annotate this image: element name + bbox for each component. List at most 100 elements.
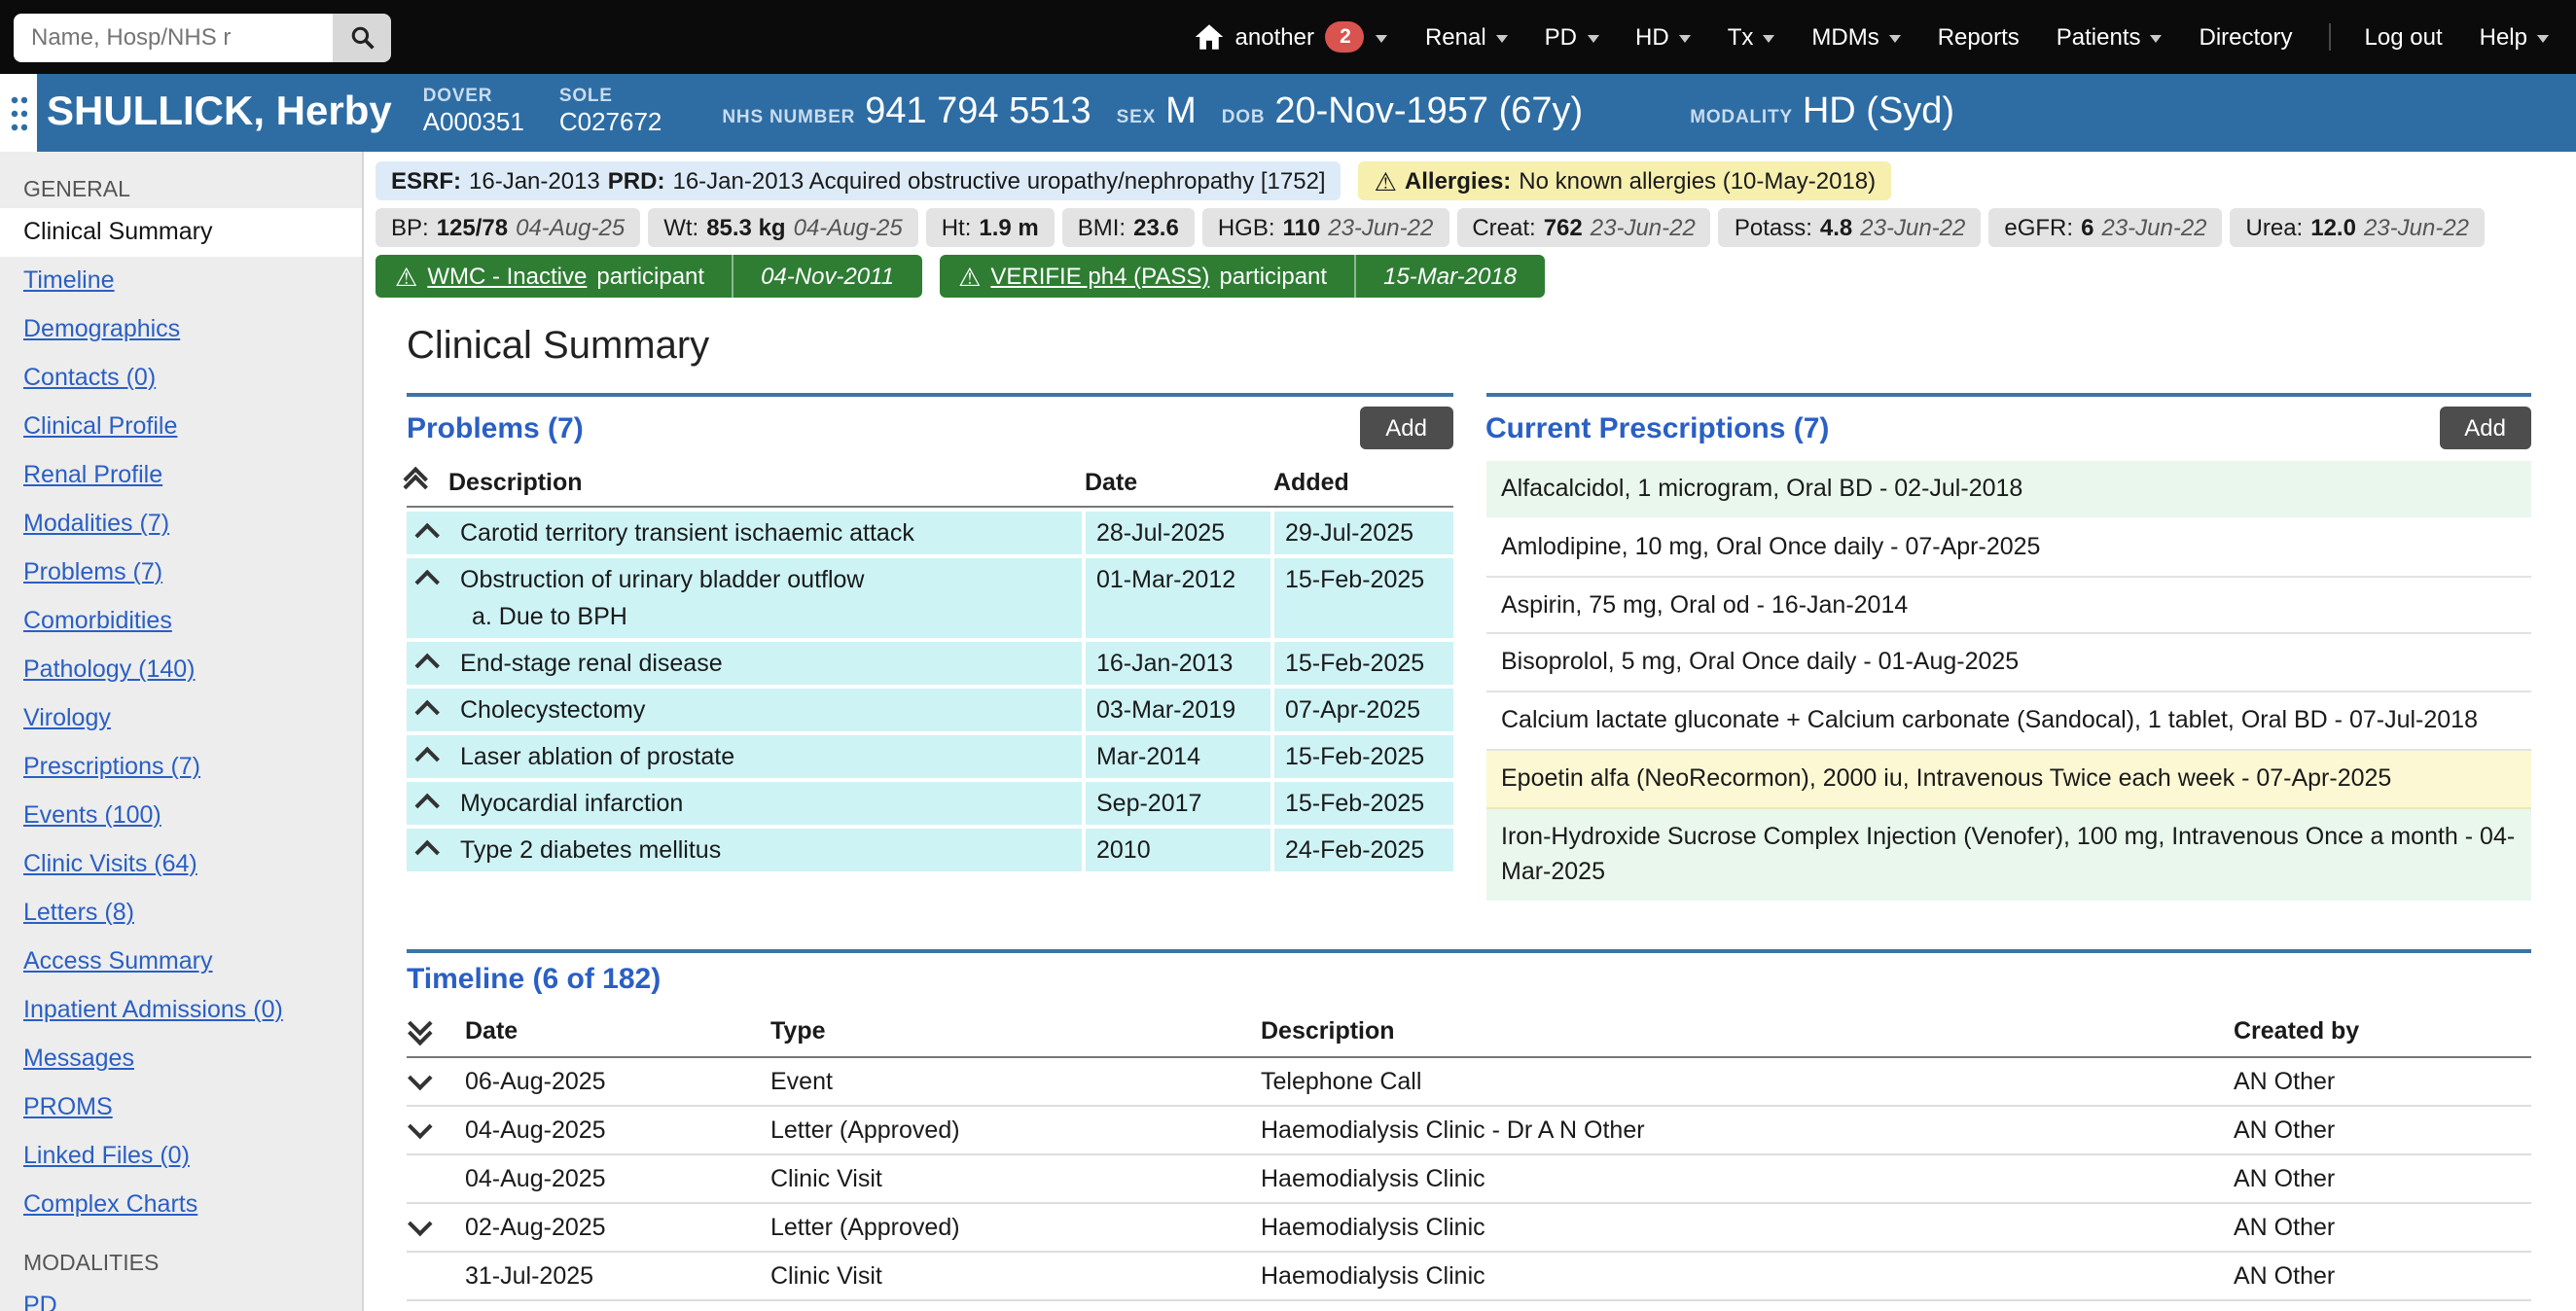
home-menu[interactable]: another 2: [1195, 21, 1388, 53]
warning-icon: ⚠: [395, 264, 417, 289]
timeline-row: 04-Aug-2025 Letter (Approved) Haemodialy…: [407, 1107, 2531, 1155]
collapse-row-icon[interactable]: [414, 840, 438, 864]
esrf-prd-chip: ESRF: 16-Jan-2013 PRD: 16-Jan-2013 Acqui…: [376, 161, 1342, 200]
problem-row: Cholecystectomy 03-Mar-2019 07-Apr-2025: [407, 689, 1452, 731]
nav-reports[interactable]: Reports: [1938, 23, 2020, 51]
participation-link[interactable]: VERIFIE ph4 (PASS): [990, 263, 1209, 290]
stat-chip-wt: Wt:85.3 kg04-Aug-25: [648, 208, 918, 247]
nav-patients[interactable]: Patients: [2057, 23, 2163, 51]
nav-logout[interactable]: Log out: [2330, 23, 2443, 51]
problems-table: Description Date Added Carotid territory…: [407, 461, 1452, 871]
home-label: another: [1235, 23, 1314, 51]
sidebar-item-letters[interactable]: Letters (8): [0, 889, 362, 938]
nav-hd[interactable]: HD: [1635, 23, 1691, 51]
chevron-down-icon: [1587, 34, 1598, 42]
add-prescription-button[interactable]: Add: [2439, 407, 2531, 449]
collapse-row-icon[interactable]: [414, 794, 438, 817]
timeline-row: 30-Jul-2025 Event Telephone Call AN Othe…: [407, 1301, 2531, 1311]
problem-row: Type 2 diabetes mellitus 2010 24-Feb-202…: [407, 829, 1452, 871]
sidebar-item-timeline[interactable]: Timeline: [0, 257, 362, 305]
sidebar-item-problems[interactable]: Problems (7): [0, 549, 362, 597]
expand-all-icon[interactable]: [412, 1021, 429, 1041]
sidebar-item-pathology[interactable]: Pathology (140): [0, 646, 362, 694]
sidebar-item-comorbidities[interactable]: Comorbidities: [0, 597, 362, 646]
collapse-row-icon[interactable]: [414, 700, 438, 724]
chevron-down-icon: [1496, 34, 1508, 42]
sidebar-header-general: GENERAL: [0, 167, 362, 208]
page-title: Clinical Summary: [407, 325, 2531, 370]
warning-icon: ⚠: [1375, 168, 1397, 194]
allergies-chip: ⚠ Allergies: No known allergies (10-May-…: [1359, 161, 1892, 200]
chevron-down-icon: [2537, 34, 2549, 42]
sidebar-item-events[interactable]: Events (100): [0, 792, 362, 840]
sidebar-item-contacts[interactable]: Contacts (0): [0, 354, 362, 403]
sidebar-item-clinical-profile[interactable]: Clinical Profile: [0, 403, 362, 451]
collapse-row-icon[interactable]: [414, 747, 438, 770]
home-icon: [1195, 23, 1224, 51]
stat-chip-hgb: HGB:11023-Jun-22: [1202, 208, 1449, 247]
nav-directory[interactable]: Directory: [2200, 23, 2293, 51]
sidebar-item-proms[interactable]: PROMS: [0, 1083, 362, 1132]
collapse-row-icon[interactable]: [414, 570, 438, 593]
prescription-item: Iron-Hydroxide Sucrose Complex Injection…: [1485, 808, 2531, 903]
add-problem-button[interactable]: Add: [1360, 407, 1452, 449]
expand-row-icon[interactable]: [409, 1116, 432, 1139]
collapse-row-icon[interactable]: [414, 654, 438, 677]
prescription-item: Bisoprolol, 5 mg, Oral Once daily - 01-A…: [1485, 635, 2531, 693]
nav-renal[interactable]: Renal: [1425, 23, 1508, 51]
collapse-all-icon[interactable]: [407, 470, 423, 495]
patient-nhs: NHS NUMBER 941 794 5513: [697, 91, 1091, 134]
nav-mdms[interactable]: MDMs: [1811, 23, 1900, 51]
timeline-table: Date Type Description Created by 06-Aug-…: [407, 1008, 2531, 1311]
patient-banner: SHULLICK, Herby DOVER A000351 SOLE C0276…: [0, 74, 2576, 152]
sidebar-item-virology[interactable]: Virology: [0, 694, 362, 743]
prescription-item: Alfacalcidol, 1 microgram, Oral BD - 02-…: [1485, 461, 2531, 519]
chevron-down-icon: [1679, 34, 1691, 42]
participation-link[interactable]: WMC - Inactive: [427, 263, 587, 290]
patient-name: SHULLICK, Herby: [47, 89, 392, 136]
sidebar-item-modalities[interactable]: Modalities (7): [0, 500, 362, 549]
drag-handle-icon[interactable]: [10, 93, 27, 132]
timeline-row: 04-Aug-2025 Clinic Visit Haemodialysis C…: [407, 1155, 2531, 1204]
sidebar-item-prescriptions[interactable]: Prescriptions (7): [0, 743, 362, 792]
sidebar-header-modalities: MODALITIES: [0, 1241, 362, 1282]
stat-chip-egfr: eGFR:623-Jun-22: [1988, 208, 2222, 247]
sidebar-item-renal-profile[interactable]: Renal Profile: [0, 451, 362, 500]
expand-row-icon[interactable]: [409, 1067, 432, 1090]
nav-pd[interactable]: PD: [1545, 23, 1598, 51]
search-icon: [349, 24, 375, 50]
prescriptions-title: Current Prescriptions (7): [1485, 411, 1829, 444]
participation-chip-verifie: ⚠ VERIFIE ph4 (PASS) participant 15-Mar-…: [939, 255, 1544, 298]
sidebar: GENERAL Clinical Summary Timeline Demogr…: [0, 152, 364, 1311]
prescriptions-section: Current Prescriptions (7) Add Alfacalcid…: [1485, 393, 2531, 903]
sidebar-item-demographics[interactable]: Demographics: [0, 305, 362, 354]
sidebar-item-linked-files[interactable]: Linked Files (0): [0, 1132, 362, 1181]
patient-sex: SEX M: [1091, 91, 1197, 134]
timeline-row: 02-Aug-2025 Letter (Approved) Haemodialy…: [407, 1204, 2531, 1253]
summary-row-participations: ⚠ WMC - Inactive participant 04-Nov-2011…: [376, 255, 2557, 298]
nav-menu: another 2 Renal PD HD Tx MDMs Reports Pa…: [1195, 21, 2549, 53]
timeline-section: Timeline (6 of 182) Date Type Descriptio…: [407, 949, 2531, 1311]
patient-dob: DOB 20-Nov-1957 (67y): [1197, 91, 1583, 134]
problems-section: Problems (7) Add Description Date: [407, 393, 1452, 871]
sidebar-item-access-summary[interactable]: Access Summary: [0, 938, 362, 986]
stat-chip-potass: Potass:4.823-Jun-22: [1719, 208, 1982, 247]
sidebar-item-pd[interactable]: PD: [0, 1282, 362, 1311]
timeline-title: Timeline (6 of 182): [407, 963, 661, 996]
expand-row-icon[interactable]: [409, 1213, 432, 1236]
search-button[interactable]: [333, 13, 391, 61]
nav-help[interactable]: Help: [2480, 23, 2549, 51]
problem-row: Myocardial infarction Sep-2017 15-Feb-20…: [407, 782, 1452, 825]
problem-row: Laser ablation of prostate Mar-2014 15-F…: [407, 735, 1452, 778]
problem-row: Carotid territory transient ischaemic at…: [407, 512, 1452, 554]
collapse-row-icon[interactable]: [414, 523, 438, 547]
sidebar-item-clinic-visits[interactable]: Clinic Visits (64): [0, 840, 362, 889]
main-content: ESRF: 16-Jan-2013 PRD: 16-Jan-2013 Acqui…: [364, 152, 2576, 1311]
chevron-down-icon: [1763, 34, 1774, 42]
sidebar-item-inpatient-admissions[interactable]: Inpatient Admissions (0): [0, 986, 362, 1035]
sidebar-item-clinical-summary[interactable]: Clinical Summary: [0, 208, 362, 257]
nav-tx[interactable]: Tx: [1728, 23, 1775, 51]
search-input[interactable]: [14, 13, 333, 61]
sidebar-item-complex-charts[interactable]: Complex Charts: [0, 1181, 362, 1229]
sidebar-item-messages[interactable]: Messages: [0, 1035, 362, 1083]
